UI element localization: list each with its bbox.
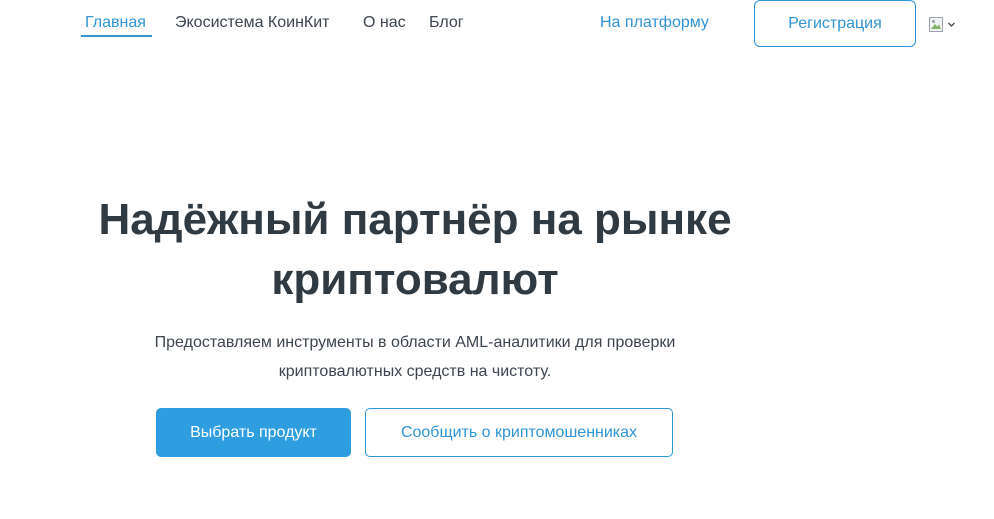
nav-item-ecosystem[interactable]: Экосистема КоинКит	[175, 13, 329, 33]
report-scammers-button[interactable]: Сообщить о криптомошенниках	[365, 408, 673, 457]
hero-subtitle-line-2: криптовалютных средств на чистоту.	[278, 363, 552, 380]
nav-item-about[interactable]: О нас	[363, 13, 406, 33]
nav-item-home[interactable]: Главная	[85, 13, 146, 33]
register-button[interactable]: Регистрация	[754, 0, 916, 47]
hero-subtitle: Предоставляем инструменты в области AML-…	[120, 328, 710, 386]
nav-item-blog[interactable]: Блог	[429, 13, 464, 33]
hero-title-line-1: Надёжный партнёр на рынке	[98, 195, 732, 244]
choose-product-button[interactable]: Выбрать продукт	[156, 408, 351, 457]
flag-icon	[929, 16, 943, 32]
language-selector[interactable]	[929, 15, 965, 33]
platform-link[interactable]: На платформу	[600, 13, 709, 33]
hero-subtitle-line-1: Предоставляем инструменты в области AML-…	[154, 334, 676, 351]
nav-active-underline	[81, 35, 152, 37]
hero-title-line-2: криптовалют	[271, 255, 559, 304]
top-navigation: Главная Экосистема КоинКит О нас Блог На…	[0, 0, 994, 48]
hero-title: Надёжный партнёр на рынке криптовалют	[0, 190, 830, 310]
chevron-down-icon	[947, 20, 956, 29]
